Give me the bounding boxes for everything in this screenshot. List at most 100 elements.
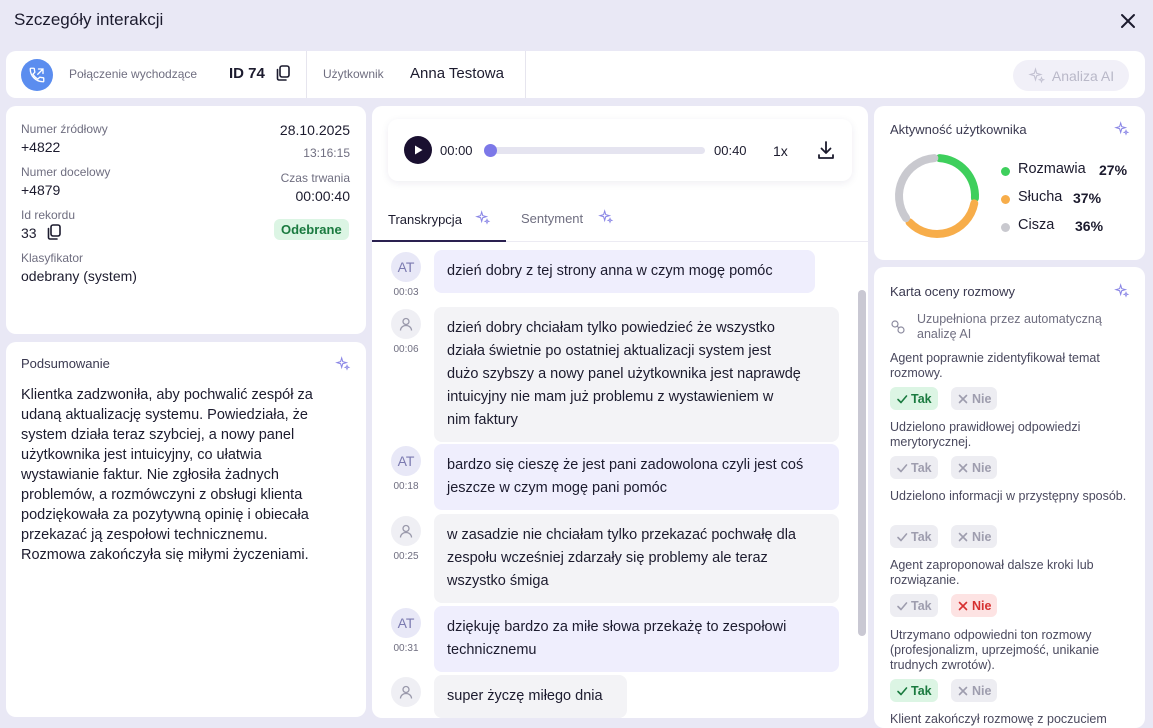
no-button[interactable]: Nie	[951, 456, 998, 479]
message-bubble: super życzę miłego dnia	[434, 675, 627, 718]
source-number-label: Numer źródłowy	[21, 122, 108, 136]
legend-label: Cisza	[1018, 217, 1055, 233]
question-text: Udzielono informacji w przystępny sposób…	[890, 489, 1127, 503]
message-bubble: dzień dobry z tej strony anna w czym mog…	[434, 250, 815, 293]
message-line: super życzę miłego dnia	[447, 688, 603, 704]
message-line: jeszcze w czym mogę pani pomóc	[447, 480, 667, 496]
sparkle-icon	[1114, 121, 1130, 137]
message-timestamp: 00:06	[393, 344, 419, 355]
outgoing-call-icon	[21, 59, 53, 91]
transcript-list: AT 00:03 dzień dobry z tej strony anna w c…	[372, 106, 856, 718]
sparkle-icon	[1114, 283, 1130, 299]
message-line: zespołu wcześniej zdarzały się problemy …	[447, 550, 768, 566]
question-text: Udzielono prawidłowej odpowiedzi merytor…	[890, 420, 1081, 449]
legend-percent: 27%	[1099, 162, 1128, 178]
legend-percent: 37%	[1073, 190, 1102, 206]
no-label: Nie	[972, 683, 992, 698]
yes-label: Tak	[911, 598, 932, 613]
yes-label: Tak	[911, 683, 932, 698]
target-number-label: Numer docelowy	[21, 165, 111, 179]
donut-segment-rozmawia	[935, 154, 979, 203]
scorecard: Karta oceny rozmowy Uzupełniona przez au…	[874, 267, 1145, 728]
summary-line: problemów, a rozmówczyni z obsługi klien…	[21, 487, 303, 503]
ai-analysis-button[interactable]: Analiza AI	[1013, 60, 1129, 91]
yes-button[interactable]: Tak	[890, 525, 938, 548]
ai-analysis-label: Analiza AI	[1051, 67, 1115, 84]
call-date: 28.10.2025	[279, 122, 350, 138]
source-number: +4822	[21, 139, 61, 155]
user-activity-card: Aktywność użytkownika Rozmawia 27% Słucha 3…	[874, 106, 1145, 260]
call-details-card: Numer źródłowy +4822 Numer docelowy +487…	[6, 106, 366, 334]
no-label: Nie	[972, 529, 992, 544]
scorecard-title: Karta oceny rozmowy	[890, 284, 1015, 299]
yes-button[interactable]: Tak	[890, 456, 938, 479]
question-text: Agent zaproponował dalsze kroki lub rozw…	[890, 558, 1094, 587]
classifier-value: odebrany (system)	[21, 268, 137, 284]
record-id: 33	[21, 225, 37, 241]
summary-line: użytkownika jest intuicyjny, co ułatwia	[21, 447, 262, 463]
no-label: Nie	[972, 391, 992, 406]
record-id-label: Id rekordu	[21, 208, 76, 222]
copy-icon[interactable]	[275, 64, 291, 82]
legend-label: Słucha	[1018, 189, 1063, 205]
yes-button[interactable]: Tak	[890, 594, 938, 617]
message-line: dzień dobry chciałam tylko powiedzieć że…	[447, 320, 775, 336]
transcript-panel: 00:00 00:40 1x Transkrypcja Sentyment AT…	[372, 106, 868, 718]
no-button[interactable]: Nie	[951, 387, 998, 410]
summary-line: udaną aktualizację systemu. Powiedziała,…	[21, 407, 308, 423]
divider	[525, 51, 526, 98]
agent-avatar: AT	[391, 608, 421, 638]
message-line: w zasadzie nie chciałam tylko przekazać …	[447, 527, 796, 543]
user-avatar-icon	[391, 516, 421, 546]
message-line: dzień dobry z tej strony anna w czym mog…	[447, 263, 773, 279]
summary-line: podziękowała za pozytywną opinię i obiec…	[21, 507, 309, 523]
dialog-title: Szczegóły interakcji	[14, 10, 164, 29]
summary-line: system działa teraz szybciej, a nowy pan…	[21, 427, 295, 443]
message-line: bardzo się cieszę że jest pani zadowolon…	[447, 457, 804, 473]
call-id: ID 74	[229, 65, 265, 82]
message-timestamp: 00:25	[393, 551, 419, 562]
copy-icon[interactable]	[47, 223, 61, 241]
call-type-label: Połączenie wychodzące	[69, 67, 198, 81]
message-line: wszystko śmiga	[447, 573, 549, 589]
message-line: dziękuję bardzo za miłe słowa przekażę t…	[447, 619, 787, 635]
legend-dot	[1001, 195, 1010, 204]
yes-label: Tak	[911, 391, 932, 406]
summary-line: wystawianie faktur. Nie zgłosiła żadnych	[21, 467, 279, 483]
no-label: Nie	[972, 598, 992, 613]
summary-line: przekazać ją zespołowi technicznemu.	[21, 527, 268, 543]
no-button[interactable]: Nie	[951, 679, 998, 702]
no-button[interactable]: Nie	[951, 525, 998, 548]
classifier-label: Klasyfikator	[21, 251, 84, 265]
message-bubble: w zasadzie nie chciałam tylko przekazać …	[434, 514, 839, 603]
no-button[interactable]: Nie	[951, 594, 998, 617]
ai-link-icon	[890, 319, 906, 335]
user-label: Użytkownik	[323, 67, 384, 81]
target-number: +4879	[21, 182, 61, 198]
yes-label: Tak	[911, 529, 932, 544]
message-timestamp: 00:03	[393, 287, 419, 298]
activity-donut-chart	[895, 154, 979, 238]
message-line: dużo szybszy a nowy panel użytkownika je…	[447, 366, 801, 382]
message-bubble: bardzo się cieszę że jest pani zadowolon…	[434, 444, 839, 510]
legend-dot	[1001, 167, 1010, 176]
message-bubble: dziękuję bardzo za miłe słowa przekażę t…	[434, 606, 839, 672]
message-line: działa świetnie po ostatniej aktualizacj…	[447, 343, 771, 359]
duration-value: 00:00:40	[295, 188, 351, 204]
user-avatar-icon	[391, 309, 421, 339]
question-text: Utrzymano odpowiedni ton rozmowy (profes…	[890, 628, 1100, 672]
summary-text: Klientka zadzwoniła, aby pochwalić zespó…	[21, 385, 351, 565]
agent-avatar: AT	[391, 252, 421, 282]
message-line: nim faktury	[447, 412, 518, 428]
interaction-bar: Połączenie wychodzące ID 74 Użytkownik A…	[6, 51, 1145, 98]
legend-dot	[1001, 223, 1010, 232]
summary-line: Klientka zadzwoniła, aby pochwalić zespó…	[21, 387, 313, 403]
summary-line: Rozmowa zakończyła się miłymi życzeniami…	[21, 547, 309, 563]
yes-button[interactable]: Tak	[890, 387, 938, 410]
legend-percent: 36%	[1075, 218, 1104, 234]
donut-segment-słucha	[905, 199, 979, 238]
yes-button[interactable]: Tak	[890, 679, 938, 702]
message-line: intuicyjny nie mam już problemu z wystaw…	[447, 389, 774, 405]
scrollbar[interactable]	[858, 290, 866, 636]
close-icon[interactable]	[1117, 10, 1139, 32]
